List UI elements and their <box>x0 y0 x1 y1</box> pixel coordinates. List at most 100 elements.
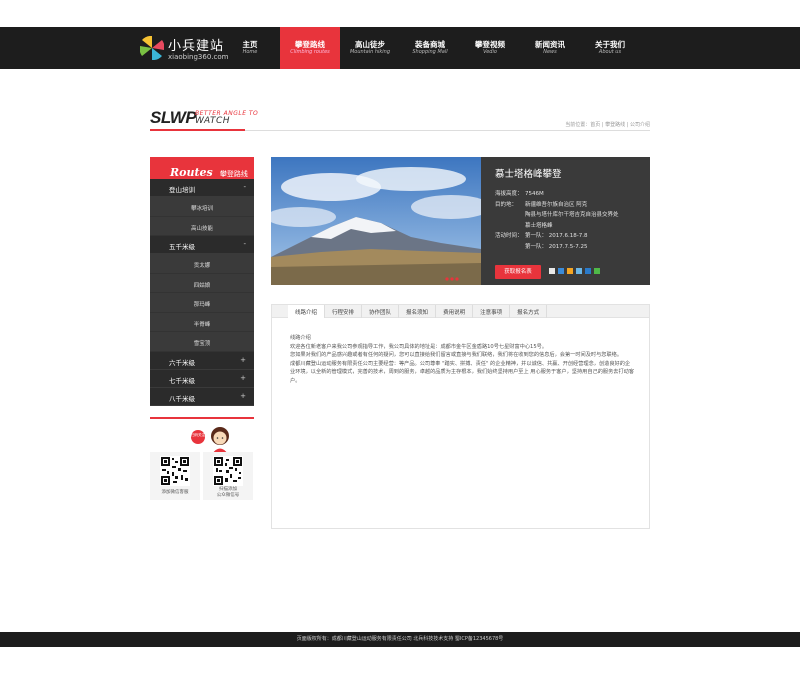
altitude-value: 7546M <box>525 191 544 197</box>
section-title-main: SLWP <box>150 108 197 127</box>
tab-team[interactable]: 协作团队 <box>362 305 400 318</box>
logo-title: 小兵建站 <box>168 39 225 54</box>
sidebar-item[interactable]: 高山技能 <box>150 216 254 236</box>
sidebar-item[interactable]: 雪宝顶 <box>150 332 254 352</box>
share-icons <box>549 268 600 274</box>
nav-label-en: About us <box>598 49 622 55</box>
altitude-label: 海拔高度： <box>495 191 523 197</box>
sidebar-item[interactable]: 贡太娜 <box>150 254 254 274</box>
route-info-panel: 慕士塔格峰攀登 海拔高度： 7546M 目的地： 新疆维吾尔族自治区 阿克 陶县与塔… <box>481 157 650 285</box>
sidebar-group-label: 五千米级 <box>169 243 195 251</box>
qr-wechat-service: 添加微信客服 <box>150 452 200 500</box>
mountain-photo <box>271 157 481 285</box>
share-more-icon[interactable] <box>549 268 555 274</box>
sidebar-header-cn: 攀登路线 <box>219 170 248 178</box>
nav-label-en: Shopping Mall <box>412 49 448 55</box>
tab-signup-method[interactable]: 报名方式 <box>510 305 548 318</box>
expand-icon[interactable]: + <box>240 392 246 400</box>
nav-video[interactable]: 攀登视频 Vedio <box>460 27 520 69</box>
logo-icon <box>140 36 164 60</box>
qr-label: 公众微信号 <box>216 493 240 498</box>
time-value-2: 第一队： 2017.7.5-7.25 <box>525 243 588 250</box>
sidebar-item[interactable]: 四姑娘 <box>150 273 254 293</box>
tab-itinerary[interactable]: 行程安排 <box>325 305 363 318</box>
route-title: 慕士塔格峰攀登 <box>495 169 562 180</box>
sidebar-group-label: 八千米级 <box>169 394 195 403</box>
tab-route-intro[interactable]: 线路介绍 <box>288 305 326 318</box>
nav-label: 新闻资讯 <box>535 40 565 49</box>
section-divider-accent <box>150 129 245 131</box>
nav-mountain-hiking[interactable]: 高山徒步 Mountain hiking <box>340 27 400 69</box>
mascot-text: 扫码关注 <box>191 432 205 437</box>
destination-label: 目的地： <box>495 201 518 208</box>
sidebar-header-en: Routes <box>170 166 213 179</box>
nav-label: 主页 <box>242 40 258 49</box>
collapse-icon[interactable]: - <box>243 240 246 248</box>
nav-label-en: Home <box>242 49 258 55</box>
share-weibo-icon[interactable] <box>567 268 573 274</box>
sidebar-bottom-accent <box>150 417 254 419</box>
sidebar-header: Routes 攀登路线 <box>150 157 254 179</box>
main-nav: 主页 Home 攀登路线 Climbing routes 高山徒步 Mountain … <box>220 27 640 69</box>
destination-value-2: 陶县与塔什库尔干塔吉克自治县交界处 <box>525 212 619 218</box>
nav-label-en: Vedio <box>483 49 497 55</box>
nav-about-us[interactable]: 关于我们 About us <box>580 27 640 69</box>
collapse-icon[interactable]: - <box>243 183 246 191</box>
destination-value: 新疆维吾尔族自治区 阿克 <box>525 201 588 208</box>
time-label: 活动时间： <box>495 233 523 239</box>
sidebar-menu: 登山培训 - 攀冰培训 高山技能 五千米级 - 贡太娜 四姑娘 那玛峰 半脊峰 雪宝… <box>150 179 254 406</box>
sidebar-item[interactable]: 攀冰培训 <box>150 197 254 217</box>
section-title: SLWP BETTER ANGLE TO WATCH <box>150 108 258 128</box>
sidebar-group-label: 登山培训 <box>169 186 195 194</box>
qr-official-account: 扫描添加 公众微信号 <box>203 452 253 500</box>
tab-fees[interactable]: 费用说明 <box>436 305 474 318</box>
destination-value-3: 慕士塔格峰 <box>525 222 553 229</box>
nav-label: 高山徒步 <box>355 40 385 49</box>
tab-content: 线路介绍 欢迎各位新老客户来我公司参观指导工作，我公司具体的地址是：成都市金牛区… <box>271 318 650 529</box>
breadcrumb[interactable]: 当前位置：首页 | 攀登路线 | 公司介绍 <box>565 121 650 128</box>
expand-icon[interactable]: + <box>240 356 246 364</box>
sidebar-item[interactable]: 那玛峰 <box>150 293 254 313</box>
nav-news[interactable]: 新闻资讯 News <box>520 27 580 69</box>
nav-shopping-mall[interactable]: 装备商城 Shopping Mall <box>400 27 460 69</box>
sidebar-group-7000m[interactable]: 七千米级 + <box>150 369 254 388</box>
sidebar-group-6000m[interactable]: 六千米级 + <box>150 351 254 370</box>
sidebar-item[interactable]: 半脊峰 <box>150 312 254 332</box>
sidebar-group-5000m[interactable]: 五千米级 - <box>150 236 254 254</box>
sidebar-group-label: 七千米级 <box>169 376 195 385</box>
nav-climbing-routes[interactable]: 攀登路线 Climbing routes <box>280 27 340 69</box>
time-value: 第一队： 2017.6.18-7.8 <box>525 233 588 239</box>
content-paragraph: 您如果对我们的产品感兴趣或者有任何的疑问，您可以直接给我们留言或直接与我们联络，… <box>290 352 623 358</box>
expand-icon[interactable]: + <box>240 374 246 382</box>
sidebar-group-label: 六千米级 <box>169 358 195 367</box>
time-row: 活动时间： 第一队： 2017.6.18-7.8 <box>495 231 650 242</box>
share-tencent-icon[interactable] <box>576 268 582 274</box>
section-tagline-2: WATCH <box>195 116 231 126</box>
sidebar-group-8000m[interactable]: 八千米级 + <box>150 387 254 406</box>
nav-label: 攀登路线 <box>295 40 325 49</box>
share-renren-icon[interactable] <box>585 268 591 274</box>
nav-label-en: News <box>543 49 557 55</box>
mascot-icon: 扫码关注 <box>191 427 229 454</box>
sidebar-group-training[interactable]: 登山培训 - <box>150 179 254 197</box>
get-signup-form-button[interactable]: 获取报名表 <box>495 265 541 279</box>
altitude-row: 海拔高度： 7546M <box>495 189 650 200</box>
qr-code-icon <box>160 456 190 486</box>
nav-label: 关于我们 <box>595 40 625 49</box>
content-paragraph: 成都川藏登山运动服务有限责任公司主要经营：等产品。公司尊奉 "踏实、拼搏、责任"… <box>290 360 635 384</box>
content-paragraph: 欢迎各位新老客户来我公司参观指导工作，我公司具体的地址是：成都市金牛区金盾路10… <box>290 343 548 350</box>
nav-label-en: Mountain hiking <box>349 49 391 55</box>
nav-label: 攀登视频 <box>475 40 505 49</box>
destination-row: 目的地： 新疆维吾尔族自治区 阿克 <box>495 200 650 211</box>
nav-home[interactable]: 主页 Home <box>220 27 280 69</box>
site-logo[interactable]: 小兵建站 xiaobing360.com <box>140 34 232 64</box>
nav-label: 装备商城 <box>415 40 445 49</box>
content-heading: 线路介绍 <box>290 335 311 341</box>
qr-code-icon <box>213 456 243 486</box>
share-wechat-icon[interactable] <box>594 268 600 274</box>
share-qzone-icon[interactable] <box>558 268 564 274</box>
tab-cautions[interactable]: 注意事项 <box>473 305 511 318</box>
footer: 页面版权所有：成都川藏登山运动服务有限责任公司 北兵科技技术支持 蜀ICP备12… <box>0 632 800 647</box>
tab-signup-notice[interactable]: 报名须知 <box>399 305 437 318</box>
detail-tabs: 线路介绍 行程安排 协作团队 报名须知 费用说明 注意事项 报名方式 <box>271 304 650 318</box>
